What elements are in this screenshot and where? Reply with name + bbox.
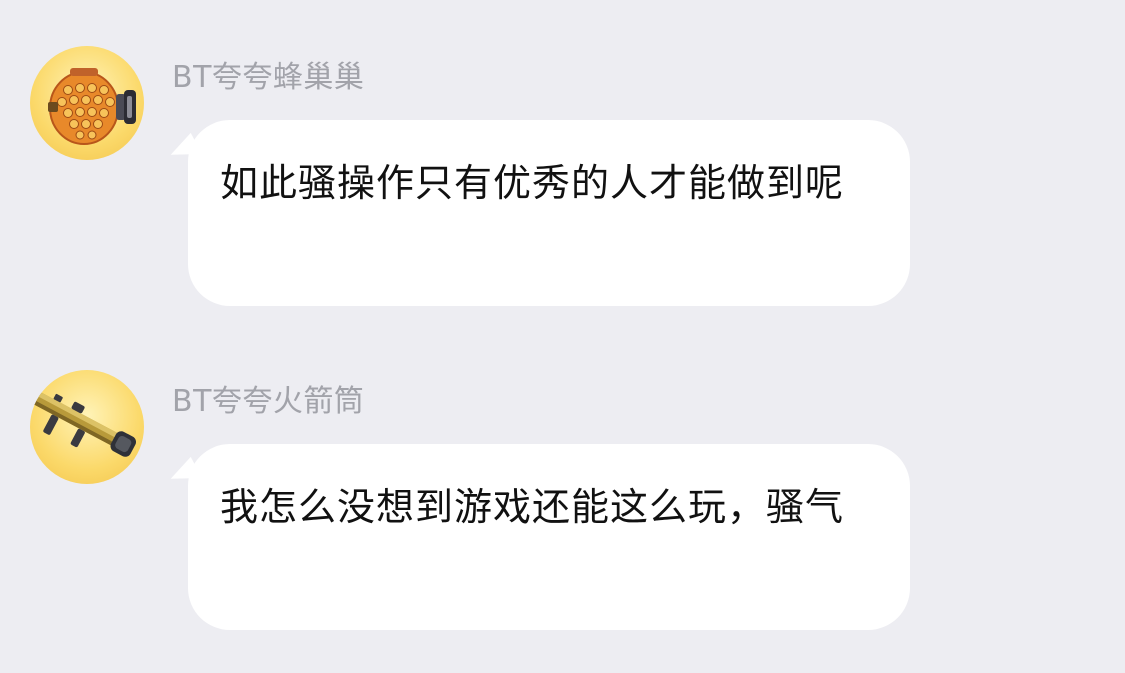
avatar[interactable] — [30, 46, 144, 160]
message-bubble[interactable]: 我怎么没想到游戏还能这么玩，骚气 — [166, 444, 910, 630]
message-text: 如此骚操作只有优秀的人才能做到呢 — [220, 161, 845, 205]
avatar[interactable] — [30, 370, 144, 484]
sender-name: BT夸夸火箭筒 — [172, 384, 365, 419]
chat-message: BT夸夸火箭筒 我怎么没想到游戏还能这么玩，骚气 — [0, 324, 1125, 664]
rocket-launcher-icon — [30, 389, 137, 457]
chat-message: BT夸夸蜂巢巢 如此骚操作只有优秀的人才能做到呢 — [0, 0, 1125, 320]
bubble-tail — [166, 456, 202, 492]
message-text: 我怎么没想到游戏还能这么玩，骚气 — [220, 485, 845, 529]
honeycomb-grenade-icon — [48, 68, 136, 145]
chat-message-list: BT夸夸蜂巢巢 如此骚操作只有优秀的人才能做到呢 BT夸夸火箭筒 我怎么没想到游… — [0, 0, 1125, 673]
sender-name: BT夸夸蜂巢巢 — [172, 60, 365, 95]
bubble-tail — [166, 132, 202, 168]
message-bubble[interactable]: 如此骚操作只有优秀的人才能做到呢 — [166, 120, 910, 306]
